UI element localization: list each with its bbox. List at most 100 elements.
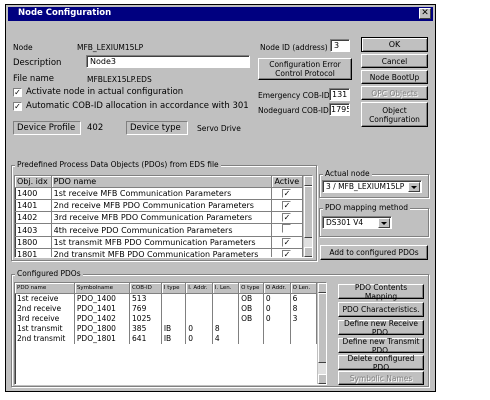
pdo-name-cell: 1st transmit bbox=[15, 324, 75, 334]
chevron-down-icon[interactable] bbox=[378, 218, 390, 228]
active-checkbox[interactable]: ✓ bbox=[282, 250, 292, 257]
object-configuration-button[interactable]: Object Configuration bbox=[361, 102, 428, 127]
close-button[interactable]: ✕ bbox=[419, 8, 431, 19]
configured-scrollbar[interactable] bbox=[317, 283, 326, 384]
node-configuration-dialog: Node Configuration ✕ Node MFB_LEXIUM15LP… bbox=[5, 4, 436, 392]
symbolname-cell: PDO_1801 bbox=[74, 334, 131, 344]
scroll-thumb[interactable] bbox=[304, 186, 312, 238]
o-type-cell bbox=[238, 324, 264, 334]
scroll-up-icon[interactable] bbox=[318, 283, 326, 293]
pdo-contents-mapping-button[interactable]: PDO Contents Mapping bbox=[338, 283, 424, 301]
delete-configured-pdo-button[interactable]: Delete configured PDO bbox=[338, 354, 424, 372]
active-checkbox[interactable]: ✓ bbox=[282, 213, 292, 222]
column-symbolname[interactable]: Symbolname bbox=[74, 283, 131, 294]
chevron-down-icon[interactable] bbox=[408, 182, 420, 192]
description-label: Description bbox=[13, 58, 62, 68]
scroll-thumb[interactable] bbox=[318, 293, 326, 363]
cob-id-cell: 641 bbox=[129, 334, 162, 344]
define-transmit-pdo-button[interactable]: Define new Transmit PDO. bbox=[338, 337, 424, 355]
column-o-type[interactable]: O type bbox=[238, 283, 264, 294]
scroll-down-icon[interactable] bbox=[318, 374, 326, 384]
node-bootup-button[interactable]: Node BootUp bbox=[361, 70, 428, 84]
predefined-scrollbar[interactable] bbox=[303, 176, 312, 257]
node-id-label: Node ID (address) bbox=[260, 43, 328, 52]
configuration-error-control-button[interactable]: Configuration Error Control Protocol bbox=[258, 58, 352, 80]
o-type-cell bbox=[238, 334, 264, 344]
o-type-cell: OB bbox=[238, 293, 264, 304]
column-o-len[interactable]: O Len. bbox=[290, 283, 318, 294]
obj-idx-cell: 1402 bbox=[15, 211, 52, 224]
nodeguard-cobid-field[interactable]: 1795 bbox=[329, 103, 350, 116]
pdo-mapping-label: PDO mapping method bbox=[323, 203, 410, 212]
scroll-up-icon[interactable] bbox=[304, 176, 312, 186]
description-field[interactable]: Node3 bbox=[86, 55, 250, 68]
node-id-field[interactable]: 3 bbox=[330, 39, 350, 52]
pdo-characteristics-button[interactable]: PDO Characteristics. bbox=[338, 302, 424, 317]
table-row[interactable]: 1402 3rd receive MFB PDO Communication P… bbox=[15, 211, 303, 224]
column-pdo-name[interactable]: PDO name bbox=[51, 176, 273, 188]
filename-label: File name bbox=[13, 74, 55, 84]
activate-node-checkbox[interactable]: ✓ bbox=[13, 88, 22, 97]
table-row[interactable]: 3rd receive PDO_1402 1025 OB 0 3 bbox=[15, 314, 318, 324]
actual-node-value: 3 / MFB_LEXIUM15LP bbox=[326, 182, 405, 191]
table-row[interactable]: 2nd transmit PDO_1801 641 IB 0 4 bbox=[15, 334, 318, 344]
define-receive-pdo-button[interactable]: Define new Receive PDO. bbox=[338, 319, 424, 337]
i-type-cell bbox=[161, 293, 187, 304]
column-cob-id[interactable]: COB-ID bbox=[129, 283, 162, 294]
pdo-name-cell: 2nd transmit MFB PDO Communication Param… bbox=[51, 248, 273, 257]
table-row[interactable]: 2nd receive PDO_1401 769 OB 0 8 bbox=[15, 304, 318, 314]
i-type-cell: IB bbox=[161, 334, 187, 344]
i-len-cell bbox=[212, 304, 240, 314]
column-i-len[interactable]: I. Len. bbox=[212, 283, 240, 294]
column-pdo-name[interactable]: PDO name bbox=[15, 283, 75, 294]
active-checkbox[interactable] bbox=[282, 224, 292, 233]
i-addr-cell: 0 bbox=[185, 324, 213, 334]
o-len-cell: 6 bbox=[290, 293, 318, 304]
add-to-configured-button[interactable]: Add to configured PDOs bbox=[320, 245, 428, 260]
pdo-mapping-select[interactable]: DS301 V4 bbox=[322, 216, 392, 229]
column-o-addr[interactable]: O Addr. bbox=[263, 283, 291, 294]
filename-value: MFBLEX15LP.EDS bbox=[87, 75, 152, 84]
scroll-down-icon[interactable] bbox=[304, 247, 312, 257]
obj-idx-cell: 1800 bbox=[15, 236, 52, 249]
auto-cob-checkbox[interactable]: ✓ bbox=[13, 102, 22, 111]
column-obj-idx[interactable]: Obj. idx bbox=[15, 176, 52, 188]
emergency-cobid-field[interactable]: 131 bbox=[329, 88, 350, 101]
column-i-type[interactable]: I type bbox=[161, 283, 187, 294]
symbolname-cell: PDO_1401 bbox=[74, 304, 131, 314]
active-checkbox[interactable]: ✓ bbox=[282, 189, 292, 198]
column-i-addr[interactable]: I. Addr. bbox=[185, 283, 213, 294]
auto-cob-label: Automatic COB-ID allocation in accordanc… bbox=[26, 101, 249, 111]
cancel-button[interactable]: Cancel bbox=[361, 54, 428, 68]
symbolname-cell: PDO_1800 bbox=[74, 324, 131, 334]
table-row[interactable]: 1400 1st receive MFB Communication Param… bbox=[15, 187, 303, 200]
table-row[interactable]: 1401 2nd receive MFB PDO Communication P… bbox=[15, 199, 303, 212]
i-type-cell: IB bbox=[161, 324, 187, 334]
table-row[interactable]: 1st transmit PDO_1800 385 IB 0 8 bbox=[15, 324, 318, 334]
emergency-cobid-label: Emergency COB-ID bbox=[258, 91, 330, 100]
table-row[interactable]: 1st receive PDO_1400 513 OB 0 6 bbox=[15, 293, 318, 304]
pdo-name-cell: 2nd receive MFB PDO Communication Parame… bbox=[51, 199, 273, 212]
column-active[interactable]: Active bbox=[271, 176, 303, 188]
cob-id-cell: 513 bbox=[129, 293, 162, 304]
cob-id-cell: 385 bbox=[129, 324, 162, 334]
opc-objects-button[interactable]: OPC Objects bbox=[361, 86, 428, 100]
ok-button[interactable]: OK bbox=[361, 37, 428, 52]
actual-node-select[interactable]: 3 / MFB_LEXIUM15LP bbox=[322, 180, 422, 193]
i-len-cell bbox=[212, 314, 240, 324]
active-checkbox[interactable]: ✓ bbox=[282, 238, 292, 247]
pdo-name-cell: 1st receive MFB Communication Parameters bbox=[51, 187, 273, 200]
activate-node-label: Activate node in actual configuration bbox=[26, 87, 184, 97]
symbolic-names-button[interactable]: Symbolic Names bbox=[338, 371, 424, 385]
table-row[interactable]: 1403 4th receive PDO Communication Param… bbox=[15, 223, 303, 237]
o-addr-cell bbox=[263, 324, 291, 334]
i-type-cell bbox=[161, 304, 187, 314]
o-type-cell: OB bbox=[238, 304, 264, 314]
table-row[interactable]: 1800 1st transmit MFB PDO Communication … bbox=[15, 236, 303, 249]
table-row[interactable]: 1801 2nd transmit MFB PDO Communication … bbox=[15, 248, 303, 257]
device-type-label: Device type bbox=[130, 123, 181, 133]
active-checkbox[interactable]: ✓ bbox=[282, 201, 292, 210]
close-icon: ✕ bbox=[421, 8, 429, 18]
i-len-cell bbox=[212, 293, 240, 304]
title-bar[interactable]: Node Configuration ✕ bbox=[8, 7, 433, 21]
